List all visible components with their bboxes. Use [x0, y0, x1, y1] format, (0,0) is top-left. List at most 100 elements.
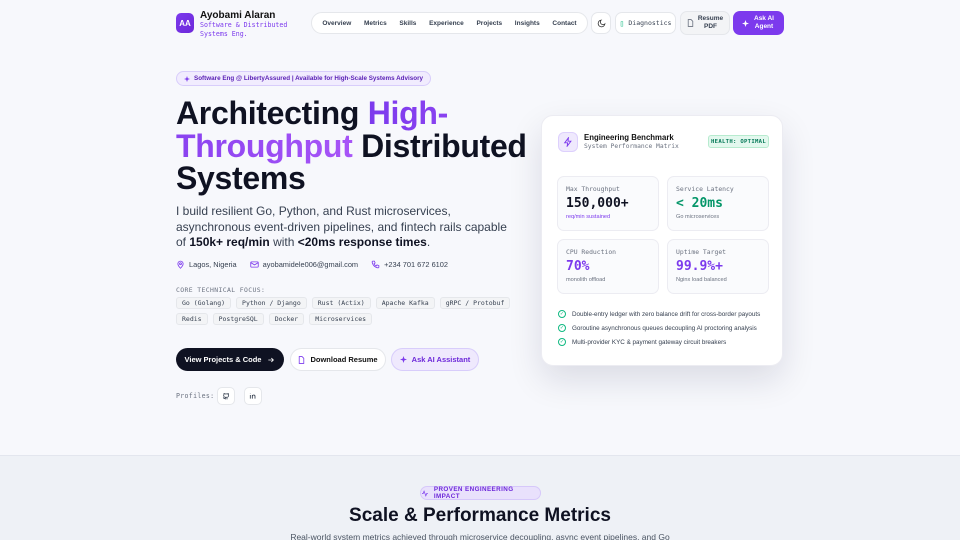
- check-item-text: Double-entry ledger with zero balance dr…: [572, 310, 761, 318]
- download-resume-label: Download Resume: [310, 355, 378, 364]
- metric-cpu-reduction: CPU Reduction 70% monolith offload: [557, 239, 659, 294]
- view-projects-label: View Projects & Code: [184, 355, 262, 364]
- github-icon: [222, 393, 230, 400]
- skill-chip: Docker: [268, 313, 305, 325]
- section-badge: PROVEN ENGINEERING IMPACT: [420, 486, 541, 500]
- ask-ai-assistant-label: Ask AI Assistant: [411, 355, 471, 364]
- hero-description: I build resilient Go, Python, and Rust m…: [176, 204, 516, 251]
- metric-value: < 20ms: [676, 196, 723, 211]
- metric-sub: req/min sustained: [566, 214, 611, 220]
- sparkle-icon: [184, 75, 190, 82]
- skill-chip: Redis: [176, 313, 208, 325]
- activity-icon: [422, 489, 428, 497]
- metric-service-latency: Service Latency < 20ms Go microservices: [667, 176, 769, 231]
- download-resume-button[interactable]: Download Resume: [290, 348, 386, 371]
- phone-text: +234 701 672 6102: [384, 260, 449, 269]
- lightning-icon: [558, 132, 578, 152]
- resume-pdf-label: Resume PDF: [697, 15, 724, 30]
- check-item: ✓ Double-entry ledger with zero balance …: [558, 310, 760, 318]
- status-badge-text: Software Eng @ LibertyAssured | Availabl…: [194, 75, 424, 82]
- metric-label: CPU Reduction: [566, 248, 617, 256]
- lead-text: with: [269, 235, 298, 249]
- main-nav: Overview Metrics Skills Experience Proje…: [311, 12, 588, 34]
- benchmark-title: Engineering Benchmark: [584, 133, 674, 142]
- health-badge: HEALTH: OPTIMAL: [708, 135, 769, 148]
- nav-overview[interactable]: Overview: [322, 20, 351, 27]
- file-icon: [299, 355, 305, 364]
- skill-chips: Go (Golang) Python / Django Rust (Actix)…: [176, 297, 516, 325]
- skill-chip: PostgreSQL: [212, 313, 264, 325]
- check-item-text: Goroutine asynchronous queues decoupling…: [572, 324, 757, 332]
- github-link[interactable]: [217, 387, 235, 405]
- terminal-icon: ▯: [619, 18, 625, 28]
- skill-chip: Apache Kafka: [375, 297, 435, 309]
- metric-label: Service Latency: [676, 185, 734, 193]
- skill-chip: Microservices: [309, 313, 373, 325]
- top-header: AA Ayobami Alaran Software & Distributed…: [0, 0, 960, 46]
- status-badge: Software Eng @ LibertyAssured | Availabl…: [176, 71, 432, 86]
- arrow-right-icon: [268, 357, 275, 362]
- nav-insights[interactable]: Insights: [515, 20, 540, 27]
- resume-pdf-button[interactable]: Resume PDF: [680, 11, 730, 35]
- brand-tagline: Software & Distributed Systems Eng.: [200, 21, 288, 38]
- location-item: Lagos, Nigeria: [176, 260, 237, 269]
- nav-skills[interactable]: Skills: [399, 20, 416, 27]
- nav-projects[interactable]: Projects: [476, 20, 502, 27]
- check-item: ✓ Multi-provider KYC & payment gateway c…: [558, 338, 726, 346]
- phone-link[interactable]: +234 701 672 6102: [371, 260, 448, 269]
- moon-icon: [597, 19, 605, 27]
- nav-metrics[interactable]: Metrics: [364, 20, 387, 27]
- check-circle-icon: ✓: [558, 324, 566, 332]
- hero-title: Architecting High-Throughput Distributed…: [176, 97, 536, 195]
- nav-contact[interactable]: Contact: [552, 20, 576, 27]
- check-circle-icon: ✓: [558, 338, 566, 346]
- metric-value: 150,000+: [566, 196, 629, 211]
- metric-max-throughput: Max Throughput 150,000+ req/min sustaine…: [557, 176, 659, 231]
- mail-icon: [250, 261, 259, 268]
- email-link[interactable]: ayobamidele006@gmail.com: [250, 260, 358, 269]
- lead-text: .: [426, 235, 431, 249]
- ask-ai-agent-button[interactable]: Ask AI Agent: [733, 11, 784, 35]
- phone-icon: [371, 260, 380, 269]
- nav-experience[interactable]: Experience: [429, 20, 464, 27]
- engineering-benchmark-card: Engineering Benchmark System Performance…: [541, 115, 783, 366]
- skill-chip: Go (Golang): [176, 297, 232, 309]
- hero-title-part: Architecting: [176, 95, 368, 131]
- diagnostics-button[interactable]: ▯ Diagnostics: [615, 12, 676, 34]
- check-item-text: Multi-provider KYC & payment gateway cir…: [572, 338, 727, 346]
- skill-chip: gRPC / Protobuf: [439, 297, 511, 309]
- ask-ai-agent-label: Ask AI Agent: [754, 15, 774, 30]
- metric-value: 99.9%+: [676, 259, 723, 274]
- metric-sub: monolith offload: [566, 277, 606, 283]
- skill-chip: Rust (Actix): [311, 297, 371, 309]
- lead-emphasis: 150k+ req/min: [189, 235, 270, 249]
- section-description: Real-world system metrics achieved throu…: [290, 532, 670, 540]
- diagnostics-label: Diagnostics: [628, 19, 672, 27]
- brand-logo[interactable]: AA: [176, 13, 194, 33]
- metric-label: Uptime Target: [676, 248, 727, 256]
- contact-info: Lagos, Nigeria ayobamidele006@gmail.com …: [176, 260, 448, 269]
- metric-sub: Go microservices: [676, 214, 720, 220]
- metric-value: 70%: [566, 259, 590, 274]
- profiles-label: Profiles:: [176, 392, 215, 400]
- linkedin-link[interactable]: [244, 387, 262, 405]
- metric-sub: Nginx load balanced: [676, 277, 727, 283]
- benchmark-subtitle: System Performance Matrix: [584, 143, 679, 150]
- section-badge-text: PROVEN ENGINEERING IMPACT: [433, 486, 514, 500]
- map-pin-icon: [177, 260, 184, 269]
- theme-toggle-button[interactable]: [591, 12, 611, 34]
- check-item: ✓ Goroutine asynchronous queues decoupli…: [558, 324, 757, 332]
- check-circle-icon: ✓: [558, 310, 566, 318]
- section-title: Scale & Performance Metrics: [349, 505, 611, 526]
- linkedin-icon: [249, 393, 256, 399]
- metric-label: Max Throughput: [566, 185, 620, 193]
- sparkle-icon: [742, 19, 749, 27]
- view-projects-button[interactable]: View Projects & Code: [176, 348, 284, 371]
- skill-chip: Python / Django: [236, 297, 307, 309]
- ask-ai-assistant-button[interactable]: Ask AI Assistant: [391, 348, 479, 371]
- email-text: ayobamidele006@gmail.com: [262, 260, 359, 269]
- sparkle-icon: [399, 356, 407, 363]
- file-icon: [687, 19, 693, 27]
- location-text: Lagos, Nigeria: [189, 260, 237, 269]
- lead-emphasis: <20ms response times: [297, 235, 427, 249]
